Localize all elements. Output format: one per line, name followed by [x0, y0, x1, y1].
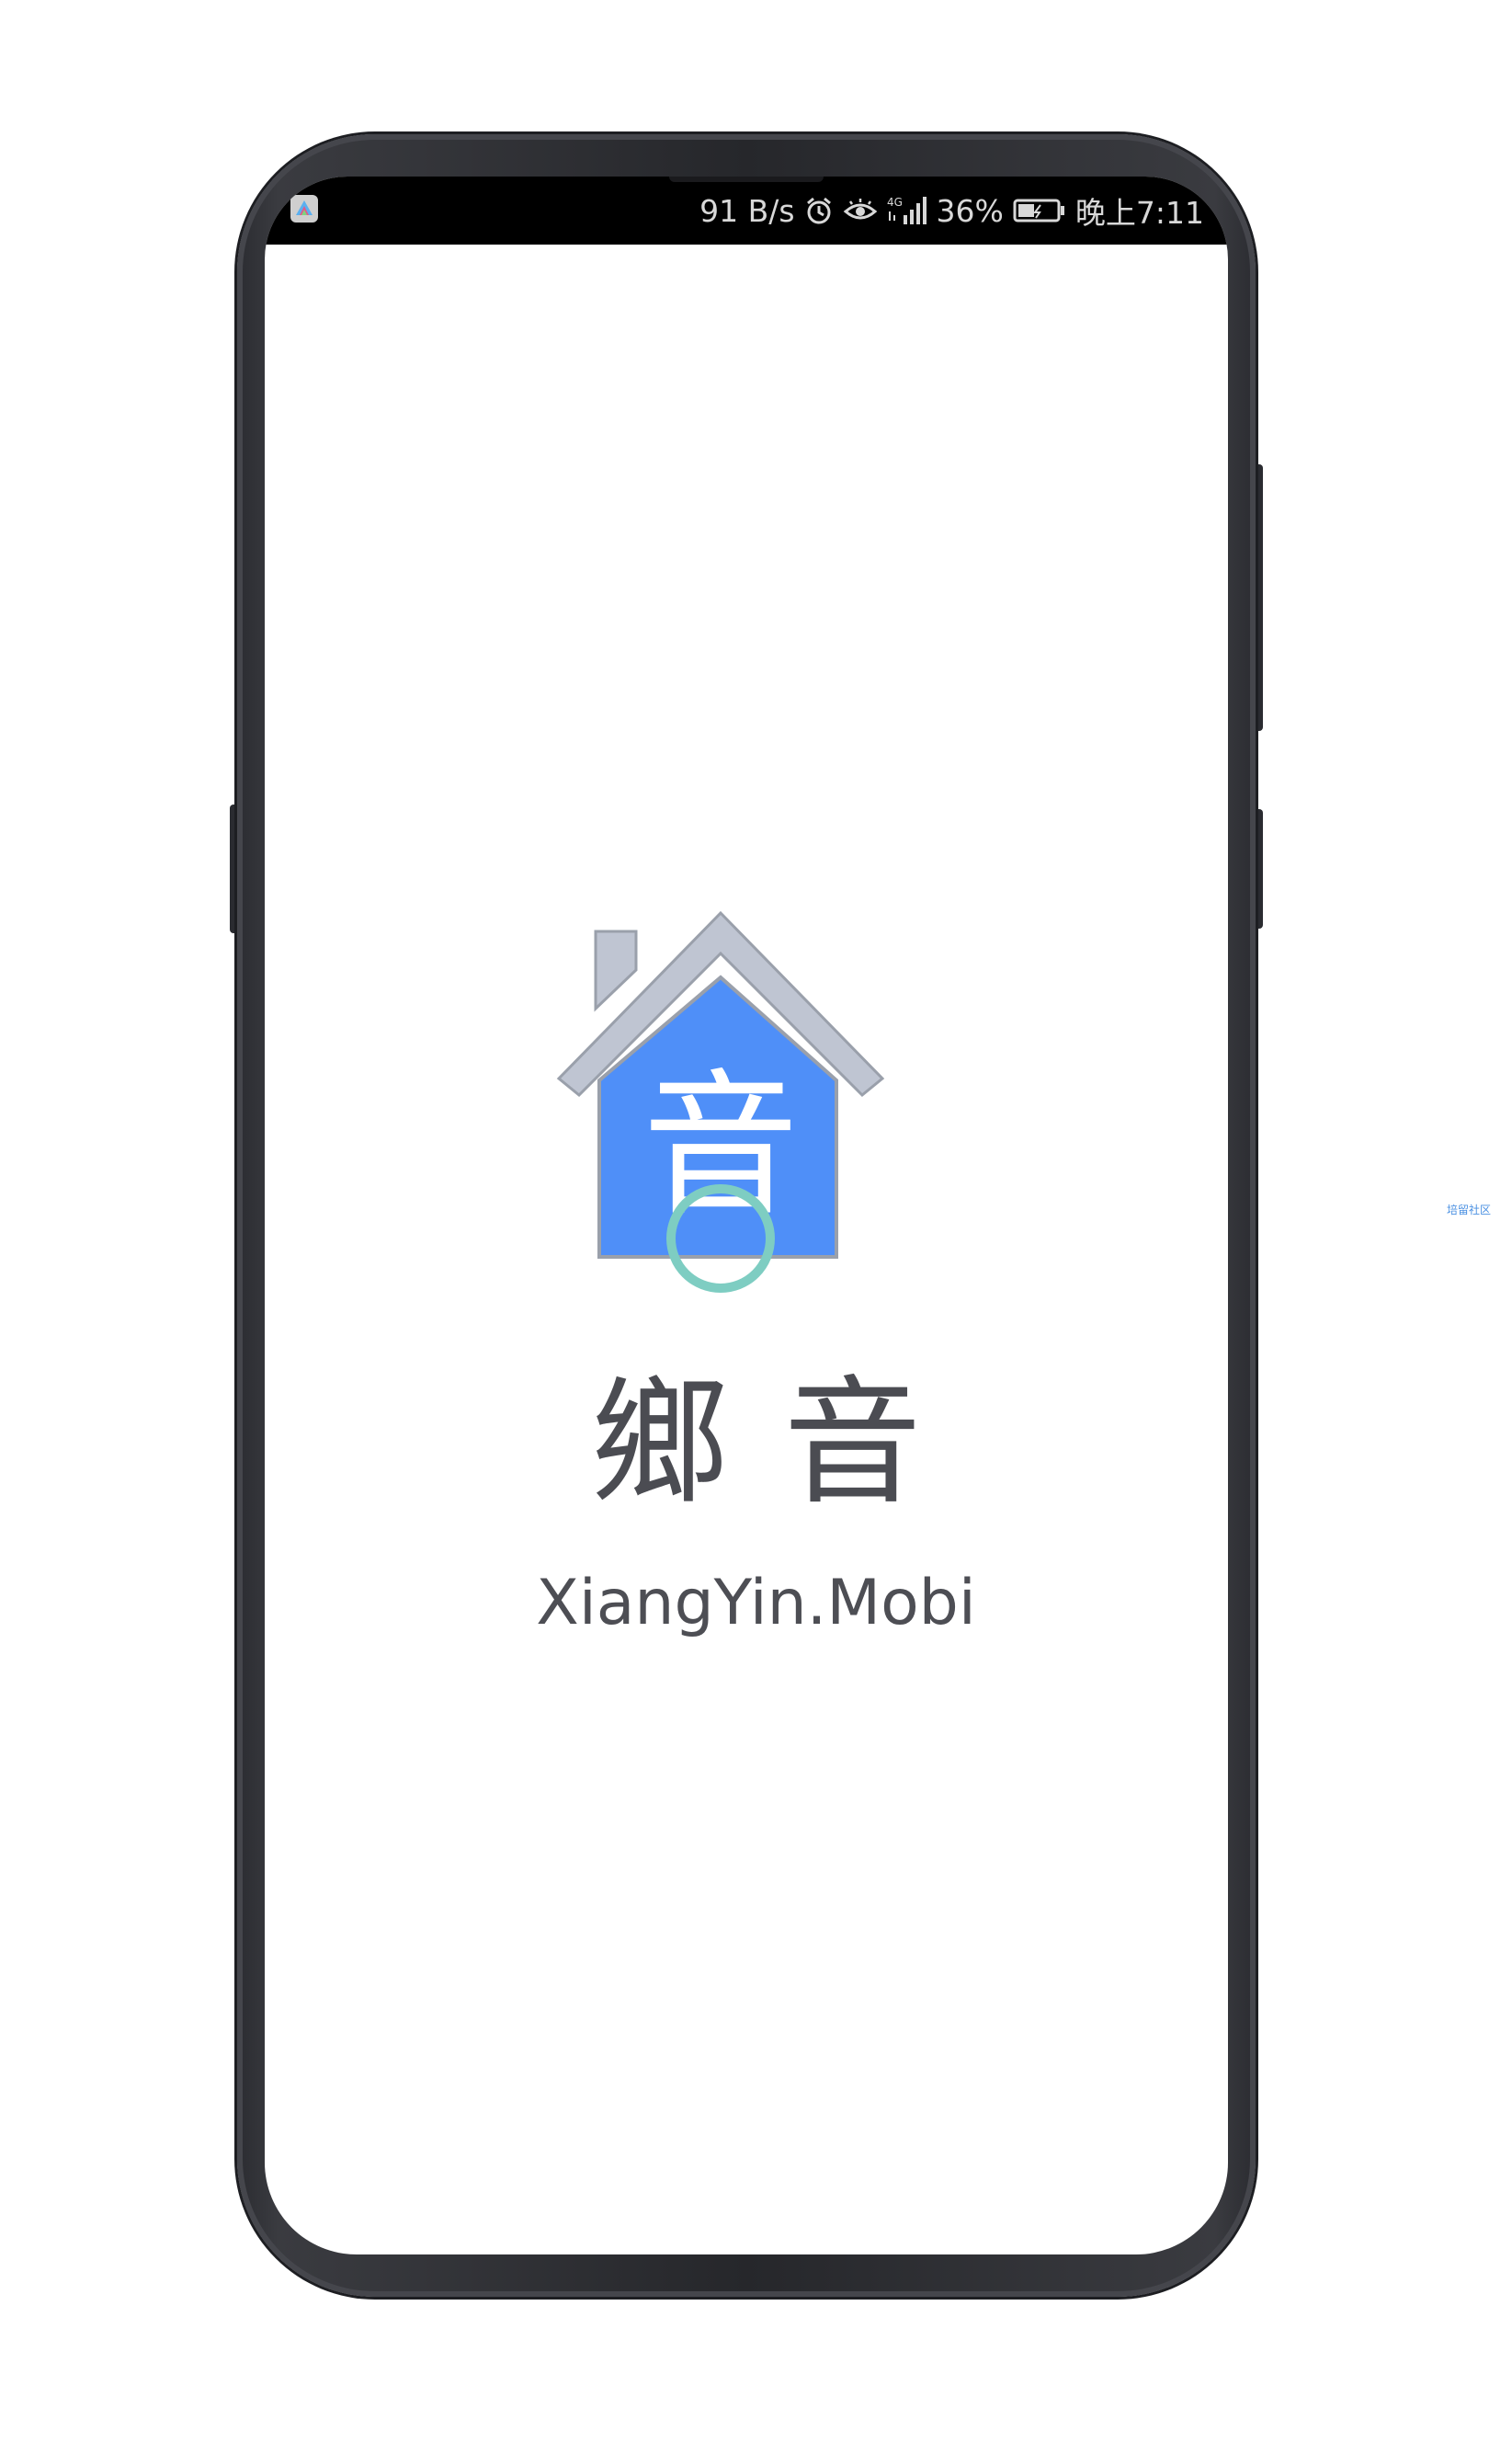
signal-icon: 4G	[887, 195, 927, 226]
app-notification-icon	[290, 195, 318, 223]
alarm-icon	[804, 195, 834, 226]
network-speed: 91 B/s	[699, 192, 795, 229]
status-bar: 91 B/s 4G 36% 晚上7:11	[265, 177, 1228, 245]
clock: 晚上7:11	[1074, 195, 1204, 231]
battery-percent: 36%	[936, 192, 1004, 229]
screenshot-stage: 91 B/s 4G 36% 晚上7:11 音 鄉音 XiangYin.Mobi …	[0, 0, 1512, 2454]
status-indicators: 91 B/s 4G 36% 晚上7:11	[699, 189, 1204, 232]
eye-comfort-icon	[843, 197, 878, 224]
svg-text:4G: 4G	[887, 196, 903, 209]
battery-icon	[1013, 198, 1066, 223]
brand-name-english: XiangYin.Mobi	[536, 1567, 976, 1639]
app-logo: 音	[546, 906, 895, 1310]
watermark-text: 培留社区	[1447, 1204, 1492, 1216]
brand-name-chinese: 鄉音	[590, 1364, 977, 1524]
notch	[669, 177, 824, 182]
logo-glyph: 音	[642, 1056, 799, 1238]
